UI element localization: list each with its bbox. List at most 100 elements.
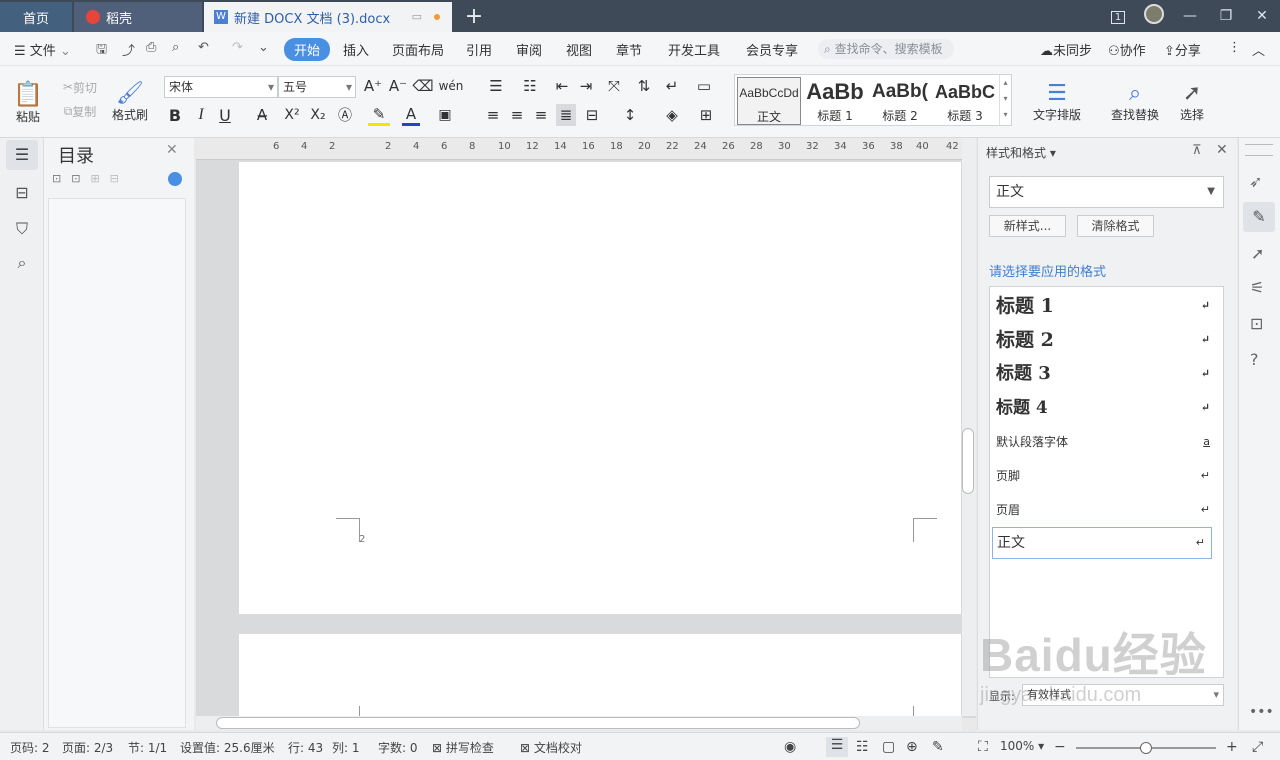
- bookmark-icon[interactable]: ⛉: [6, 214, 38, 244]
- document-page-3[interactable]: [239, 634, 961, 718]
- close-icon[interactable]: ✕: [1244, 8, 1280, 24]
- bold-button[interactable]: B: [166, 104, 184, 126]
- status-section[interactable]: 节: 1/1: [128, 739, 167, 756]
- new-tab-button[interactable]: +: [462, 4, 486, 29]
- more-horizontal-icon[interactable]: •••: [1249, 704, 1274, 720]
- panel-grip-icon[interactable]: [1245, 144, 1273, 156]
- adjust-icon[interactable]: ⚟: [1250, 278, 1264, 297]
- increase-indent-icon[interactable]: ⇥: [576, 76, 596, 96]
- border-icon[interactable]: ⊞: [694, 104, 718, 126]
- expand-icon[interactable]: ⊡: [52, 172, 61, 185]
- style-item-default-font[interactable]: 默认段落字体 a: [996, 427, 1216, 457]
- text-layout-button[interactable]: ☰ 文字排版: [1026, 74, 1088, 130]
- justify-icon[interactable]: ≣: [556, 104, 576, 126]
- style-item-footer[interactable]: 页脚 ↵: [996, 461, 1216, 491]
- style-item-header[interactable]: 页眉 ↵: [996, 495, 1216, 525]
- rocket-icon[interactable]: ➶: [1249, 172, 1262, 191]
- show-marks-icon[interactable]: ↵: [660, 76, 684, 96]
- subscript-icon[interactable]: X₂: [308, 104, 328, 126]
- more-icon[interactable]: ⋮: [1228, 40, 1241, 55]
- current-style-select[interactable]: 正文 ▼: [989, 176, 1224, 208]
- strikethrough-icon[interactable]: A̶: [250, 104, 274, 126]
- find-replace-button[interactable]: ⌕ 查找替换: [1104, 74, 1166, 130]
- undo-icon[interactable]: ↶: [198, 40, 209, 55]
- zoom-in-icon[interactable]: +: [1226, 739, 1238, 755]
- status-row[interactable]: 行: 43: [288, 739, 323, 756]
- pin-icon[interactable]: ⊼: [1192, 143, 1202, 158]
- bullet-list-icon[interactable]: ☰: [484, 76, 508, 96]
- remove-icon[interactable]: ⊟: [110, 172, 119, 185]
- add-icon[interactable]: ⊞: [90, 172, 99, 185]
- font-color-icon[interactable]: A: [402, 104, 420, 126]
- zoom-slider-thumb[interactable]: [1140, 742, 1152, 754]
- horizontal-ruler[interactable]: 6 4 2 2 4 6 8 10 12 14 16 18 20 22 24 26 28 30 32 34 36 38 40 4…: [196, 138, 976, 160]
- hscroll-thumb[interactable]: [216, 717, 860, 729]
- close-icon[interactable]: ✕: [166, 142, 178, 158]
- chinese-layout-icon[interactable]: ⤧: [602, 76, 626, 96]
- new-style-button[interactable]: 新样式...: [989, 215, 1066, 237]
- char-border-icon[interactable]: ▣: [436, 104, 454, 126]
- share-button[interactable]: ⇪分享: [1164, 40, 1201, 59]
- eye-icon[interactable]: ◉: [784, 739, 796, 755]
- status-setting[interactable]: 设置值: 25.6厘米: [180, 739, 275, 756]
- fullscreen-icon[interactable]: ⤢: [1252, 739, 1263, 755]
- font-family-select[interactable]: 宋体 ▾: [164, 76, 278, 98]
- status-page-code[interactable]: 页码: 2: [10, 739, 50, 756]
- outline-view-icon[interactable]: ☷: [856, 739, 869, 755]
- page-count-badge[interactable]: 1: [1100, 8, 1136, 24]
- style-item-heading1[interactable]: 标题 1 ↵: [996, 291, 1216, 321]
- font-size-select[interactable]: 五号 ▾: [278, 76, 356, 98]
- style-gallery-scroll[interactable]: ▴ ▾ ▾: [999, 75, 1011, 125]
- minimize-icon[interactable]: —: [1172, 8, 1208, 24]
- read-view-icon[interactable]: ▢: [882, 739, 895, 755]
- quick-cloud-icon[interactable]: ⤴: [122, 40, 135, 59]
- paste-button[interactable]: 📋 粘贴: [10, 74, 46, 130]
- monitor-icon[interactable]: ▭: [412, 10, 422, 23]
- grow-font-icon[interactable]: A⁺: [364, 76, 382, 96]
- fit-page-icon[interactable]: ⛶: [978, 739, 988, 755]
- style-item-heading2[interactable]: 标题 2 ↵: [996, 325, 1216, 355]
- collapse-icon[interactable]: ⊡: [71, 172, 80, 185]
- archive-icon[interactable]: ⊡: [1250, 314, 1263, 333]
- status-col[interactable]: 列: 1: [332, 739, 360, 756]
- style-pen-icon[interactable]: ✎: [1243, 202, 1275, 232]
- toc-icon[interactable]: ☰: [6, 140, 38, 170]
- status-words[interactable]: 字数: 0: [378, 739, 418, 756]
- restore-icon[interactable]: ❐: [1208, 8, 1244, 24]
- tab-daoke[interactable]: 稻壳: [74, 2, 202, 32]
- tab-document[interactable]: W 新建 DOCX 文档 (3).docx ▭: [204, 2, 452, 32]
- close-icon[interactable]: ✕: [1216, 142, 1228, 158]
- clear-format-button[interactable]: 清除格式: [1077, 215, 1154, 237]
- quick-more-icon[interactable]: ⌄: [258, 40, 269, 55]
- superscript-icon[interactable]: X²: [282, 104, 302, 126]
- decrease-indent-icon[interactable]: ⇤: [552, 76, 572, 96]
- tab-developer[interactable]: 开发工具: [668, 40, 720, 59]
- text-effect-icon[interactable]: Ⓐ: [334, 104, 356, 126]
- redo-icon[interactable]: ↷: [232, 40, 243, 55]
- print-preview-icon[interactable]: ⌕: [172, 40, 179, 55]
- horizontal-scrollbar[interactable]: [196, 716, 962, 730]
- collaborate-button[interactable]: ⚇协作: [1108, 40, 1146, 59]
- cut-button[interactable]: ✂ 剪切: [56, 78, 104, 96]
- quick-save-icon[interactable]: 🖫: [96, 40, 107, 62]
- file-menu[interactable]: ☰ 文件 ⌄: [14, 40, 71, 59]
- style-heading2[interactable]: AaBb( 标题 2: [868, 77, 932, 125]
- style-item-heading3[interactable]: 标题 3 ↵: [996, 359, 1216, 389]
- page-view-icon[interactable]: ☰: [826, 737, 848, 757]
- eraser-icon[interactable]: ⌫: [412, 76, 433, 96]
- navigation-icon[interactable]: ⊟: [6, 178, 38, 208]
- tab-home[interactable]: 首页: [0, 2, 72, 32]
- zoom-select[interactable]: 100% ▾: [1000, 739, 1044, 753]
- pen-view-icon[interactable]: ✎: [932, 739, 944, 755]
- collapse-ribbon-icon[interactable]: ︿: [1252, 40, 1265, 59]
- shading-icon[interactable]: ◈: [660, 104, 684, 126]
- numbered-list-icon[interactable]: ☷: [518, 76, 542, 96]
- sync-button[interactable]: ☁未同步: [1040, 40, 1092, 59]
- style-heading3[interactable]: AaBbC 标题 3: [933, 77, 997, 125]
- italic-button[interactable]: I: [192, 104, 210, 126]
- scroll-thumb[interactable]: [962, 428, 974, 494]
- shrink-font-icon[interactable]: A⁻: [389, 76, 407, 96]
- avatar[interactable]: [1136, 4, 1172, 28]
- tab-chapter[interactable]: 章节: [616, 40, 642, 59]
- smart-toc-icon[interactable]: [168, 172, 182, 186]
